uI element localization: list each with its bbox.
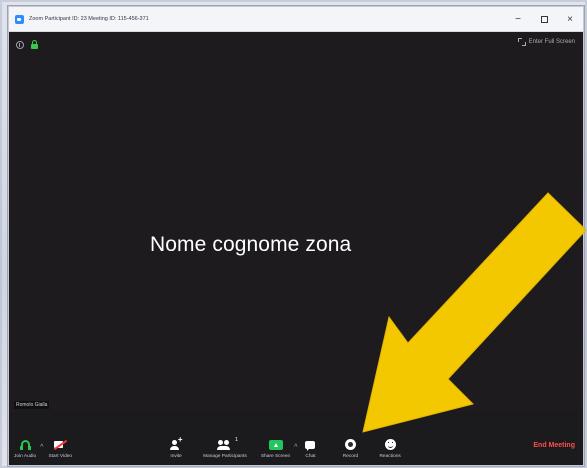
participant-display-name: Nome cognome zona <box>150 233 352 256</box>
start-video-button[interactable]: Start Video <box>48 438 72 460</box>
record-icon-wrap <box>342 438 358 451</box>
manage-participants-button[interactable]: 1 Manage Participants <box>203 437 247 460</box>
start-video-label: Start Video <box>48 454 73 459</box>
title-area: Zoom Participant ID: 23 Meeting ID: 115-… <box>9 14 505 24</box>
invite-label: Invite <box>170 454 182 459</box>
join-audio-icon-wrap <box>17 438 33 451</box>
join-audio-label: Join Audio <box>14 454 37 459</box>
headphone-icon <box>19 439 31 450</box>
enter-full-screen-button[interactable]: Enter Full Screen <box>517 38 575 46</box>
reactions-label: Reactions <box>379 454 401 459</box>
invite-icon <box>169 437 183 450</box>
info-icon[interactable] <box>16 40 24 49</box>
reactions-icon-wrap <box>382 438 398 451</box>
screenshot-photo: Zoom Participant ID: 23 Meeting ID: 115-… <box>0 0 587 468</box>
record-icon <box>344 439 356 450</box>
share-screen-button[interactable]: Share Screen <box>261 438 290 460</box>
reactions-icon <box>384 439 396 450</box>
fullscreen-icon <box>517 38 526 46</box>
share-options-caret[interactable]: ^ <box>294 444 297 451</box>
participants-icon-wrap: 1 <box>216 437 238 451</box>
participants-count: 1 <box>235 437 238 443</box>
maximize-button[interactable] <box>531 7 557 31</box>
join-audio-button[interactable]: Join Audio <box>14 438 36 460</box>
chat-icon-wrap <box>302 438 318 451</box>
enter-full-screen-label: Enter Full Screen <box>528 39 575 45</box>
chat-label: Chat <box>305 454 316 459</box>
share-screen-icon-wrap <box>268 438 284 451</box>
chat-button[interactable]: Chat <box>302 438 318 460</box>
invite-button[interactable]: Invite <box>168 437 184 460</box>
manage-participants-label: Manage Participants <box>203 454 247 459</box>
meeting-toolbar: Join Audio ^ Start Video Invite <box>9 412 583 465</box>
chat-icon <box>305 440 316 451</box>
participant-name-tag: Romolo Gialla <box>14 401 50 409</box>
end-meeting-button[interactable]: End Meeting <box>533 442 575 449</box>
invite-icon-wrap <box>168 437 184 451</box>
record-button[interactable]: Record <box>342 438 358 460</box>
participants-icon <box>216 439 233 450</box>
window-controls: − × <box>505 7 583 31</box>
video-off-icon <box>53 440 67 449</box>
title-bar: Zoom Participant ID: 23 Meeting ID: 115-… <box>9 7 583 32</box>
minimize-button[interactable]: − <box>505 7 531 31</box>
window-title: Zoom Participant ID: 23 Meeting ID: 115-… <box>29 16 149 22</box>
share-screen-label: Share Screen <box>260 454 291 459</box>
lock-icon[interactable] <box>31 40 38 49</box>
start-video-icon-wrap <box>52 438 68 451</box>
zoom-app-icon <box>15 14 24 24</box>
share-screen-icon <box>268 439 283 450</box>
reactions-button[interactable]: Reactions <box>379 438 401 460</box>
meeting-status-icons <box>16 40 38 49</box>
meeting-video-stage: Enter Full Screen Nome cognome zona Romo… <box>9 32 583 412</box>
audio-options-caret[interactable]: ^ <box>40 444 43 451</box>
record-label: Record <box>342 454 359 459</box>
close-button[interactable]: × <box>557 7 583 31</box>
zoom-window: Zoom Participant ID: 23 Meeting ID: 115-… <box>8 6 584 466</box>
